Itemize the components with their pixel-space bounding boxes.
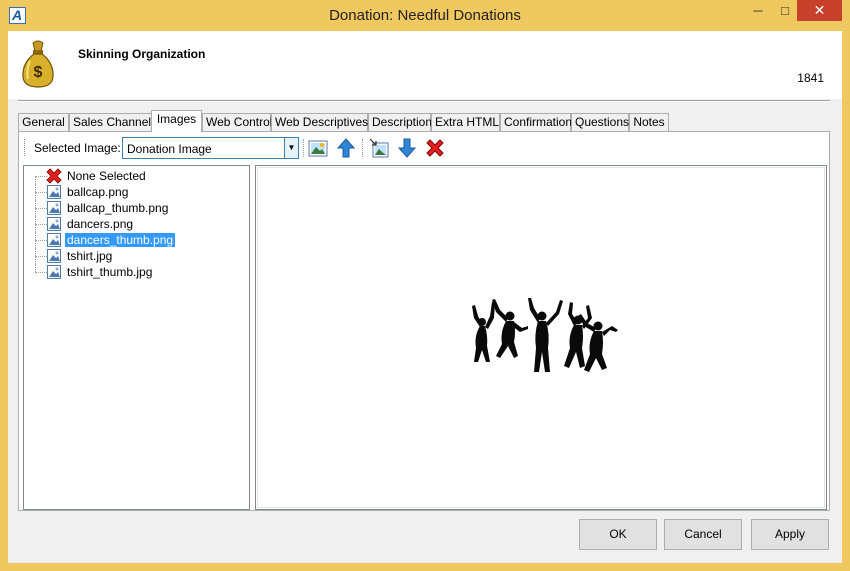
svg-text:$: $ bbox=[34, 64, 43, 81]
image-file-icon bbox=[47, 249, 61, 263]
toolbar-grip[interactable] bbox=[24, 139, 27, 156]
selected-image-dropdown[interactable]: Donation Image ▼ bbox=[122, 137, 299, 159]
selected-image-value: Donation Image bbox=[127, 142, 212, 156]
image-list[interactable]: None Selected ballcap.png ballcap_thumb.… bbox=[23, 165, 250, 510]
cancel-button[interactable]: Cancel bbox=[664, 519, 742, 550]
client-area: $ Skinning Organization 1841 General Sal… bbox=[8, 31, 842, 563]
donation-window: A Donation: Needful Donations ─ □ ✕ $ Sk… bbox=[0, 0, 850, 571]
list-item-label: ballcap.png bbox=[67, 185, 129, 199]
tree-line bbox=[35, 176, 36, 184]
list-item[interactable]: tshirt_thumb.jpg bbox=[24, 264, 250, 280]
title-bar[interactable]: A Donation: Needful Donations ─ □ ✕ bbox=[0, 0, 850, 31]
list-item-label: tshirt.jpg bbox=[67, 249, 113, 263]
tab-web-descriptives[interactable]: Web Descriptives bbox=[271, 113, 368, 131]
delete-icon[interactable] bbox=[424, 137, 446, 159]
header-separator bbox=[18, 100, 830, 102]
minimize-button[interactable]: ─ bbox=[745, 0, 771, 21]
window-title: Donation: Needful Donations bbox=[329, 7, 521, 24]
dancers-silhouette-image bbox=[472, 298, 618, 372]
tab-general[interactable]: General bbox=[18, 113, 69, 131]
list-item[interactable]: None Selected bbox=[24, 168, 250, 184]
images-tab-panel: Selected Image: Donation Image ▼ None Se… bbox=[18, 131, 830, 511]
list-item-label: ballcap_thumb.png bbox=[67, 201, 169, 215]
preview-frame bbox=[257, 167, 825, 508]
tab-description[interactable]: Description bbox=[368, 113, 432, 131]
list-item[interactable]: dancers_thumb.png bbox=[24, 232, 250, 248]
toolbar-separator bbox=[303, 139, 304, 157]
tree-line bbox=[35, 264, 36, 272]
tab-images[interactable]: Images bbox=[151, 110, 202, 132]
list-item[interactable]: ballcap_thumb.png bbox=[24, 200, 250, 216]
list-item-label: tshirt_thumb.jpg bbox=[67, 265, 153, 279]
donation-id: 1841 bbox=[797, 71, 824, 85]
list-item[interactable]: dancers.png bbox=[24, 216, 250, 232]
add-image-icon[interactable] bbox=[307, 137, 329, 159]
upload-arrow-icon[interactable] bbox=[335, 137, 357, 159]
money-bag-icon: $ bbox=[22, 40, 54, 88]
list-item-label: dancers_thumb.png bbox=[65, 233, 176, 247]
maximize-button[interactable]: □ bbox=[772, 0, 798, 21]
image-file-icon bbox=[47, 265, 61, 279]
tab-extra-html[interactable]: Extra HTML bbox=[431, 113, 500, 131]
image-file-icon bbox=[47, 217, 61, 231]
list-item-label: dancers.png bbox=[67, 217, 134, 231]
ok-button[interactable]: OK bbox=[579, 519, 657, 550]
image-file-icon bbox=[47, 201, 61, 215]
image-file-icon bbox=[47, 185, 61, 199]
list-item[interactable]: tshirt.jpg bbox=[24, 248, 250, 264]
list-item[interactable]: ballcap.png bbox=[24, 184, 250, 200]
close-button[interactable]: ✕ bbox=[797, 0, 842, 21]
download-arrow-icon[interactable] bbox=[396, 137, 418, 159]
tab-web-control[interactable]: Web Control bbox=[202, 113, 272, 131]
apply-button[interactable]: Apply bbox=[751, 519, 829, 550]
chevron-down-icon[interactable]: ▼ bbox=[284, 138, 298, 158]
image-toolbar: Selected Image: Donation Image ▼ bbox=[19, 132, 829, 162]
image-file-icon bbox=[47, 233, 61, 247]
red-x-icon bbox=[46, 168, 62, 184]
tab-notes[interactable]: Notes bbox=[629, 113, 669, 131]
tab-confirmation[interactable]: Confirmation bbox=[500, 113, 572, 131]
image-preview bbox=[255, 165, 827, 510]
tab-questions[interactable]: Questions bbox=[571, 113, 629, 131]
organization-name: Skinning Organization bbox=[78, 47, 206, 61]
tab-sales-channels[interactable]: Sales Channels bbox=[69, 113, 157, 131]
replace-image-icon[interactable] bbox=[368, 137, 390, 159]
selected-image-label: Selected Image: bbox=[34, 141, 121, 155]
list-item-label: None Selected bbox=[67, 169, 146, 183]
header-panel: $ Skinning Organization 1841 bbox=[8, 31, 842, 99]
toolbar-separator bbox=[362, 139, 363, 157]
